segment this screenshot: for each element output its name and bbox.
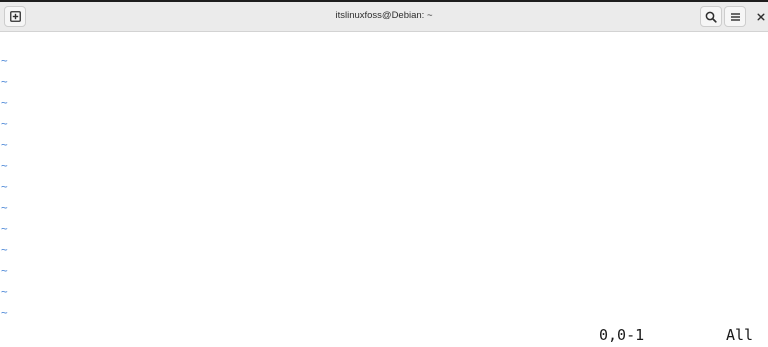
empty-line-marker: ~ xyxy=(1,264,8,277)
cursor-position-status: 0,0-1 xyxy=(599,326,645,344)
empty-line-marker: ~ xyxy=(1,75,8,88)
new-tab-icon xyxy=(9,11,21,22)
close-button[interactable] xyxy=(754,8,768,26)
empty-line-marker: ~ xyxy=(1,159,8,172)
search-button[interactable] xyxy=(700,6,722,27)
empty-line-marker: ~ xyxy=(1,306,8,319)
hamburger-menu-icon xyxy=(730,12,741,22)
search-icon xyxy=(705,11,717,23)
menu-button[interactable] xyxy=(724,6,746,27)
scroll-position-status: All xyxy=(726,326,754,344)
new-tab-button[interactable] xyxy=(4,6,26,27)
empty-line-marker: ~ xyxy=(1,138,8,151)
title-bar[interactable]: itslinuxfoss@Debian: ~ xyxy=(0,2,768,32)
empty-line-marker: ~ xyxy=(1,96,8,109)
empty-line-markers: ~ ~ ~ ~ ~ ~ ~ ~ ~ ~ ~ ~ ~ xyxy=(1,50,8,323)
window-title: itslinuxfoss@Debian: ~ xyxy=(335,10,433,21)
terminal-area[interactable]: ~ ~ ~ ~ ~ ~ ~ ~ ~ ~ ~ ~ ~ 0,0-1 All xyxy=(0,33,768,347)
empty-line-marker: ~ xyxy=(1,222,8,235)
close-icon xyxy=(757,8,765,26)
empty-line-marker: ~ xyxy=(1,117,8,130)
empty-line-marker: ~ xyxy=(1,180,8,193)
empty-line-marker: ~ xyxy=(1,201,8,214)
empty-line-marker: ~ xyxy=(1,285,8,298)
empty-line-marker: ~ xyxy=(1,54,8,67)
empty-line-marker: ~ xyxy=(1,243,8,256)
terminal-window: itslinuxfoss@Debian: ~ ~ ~ ~ ~ ~ ~ ~ ~ ~… xyxy=(0,0,768,347)
